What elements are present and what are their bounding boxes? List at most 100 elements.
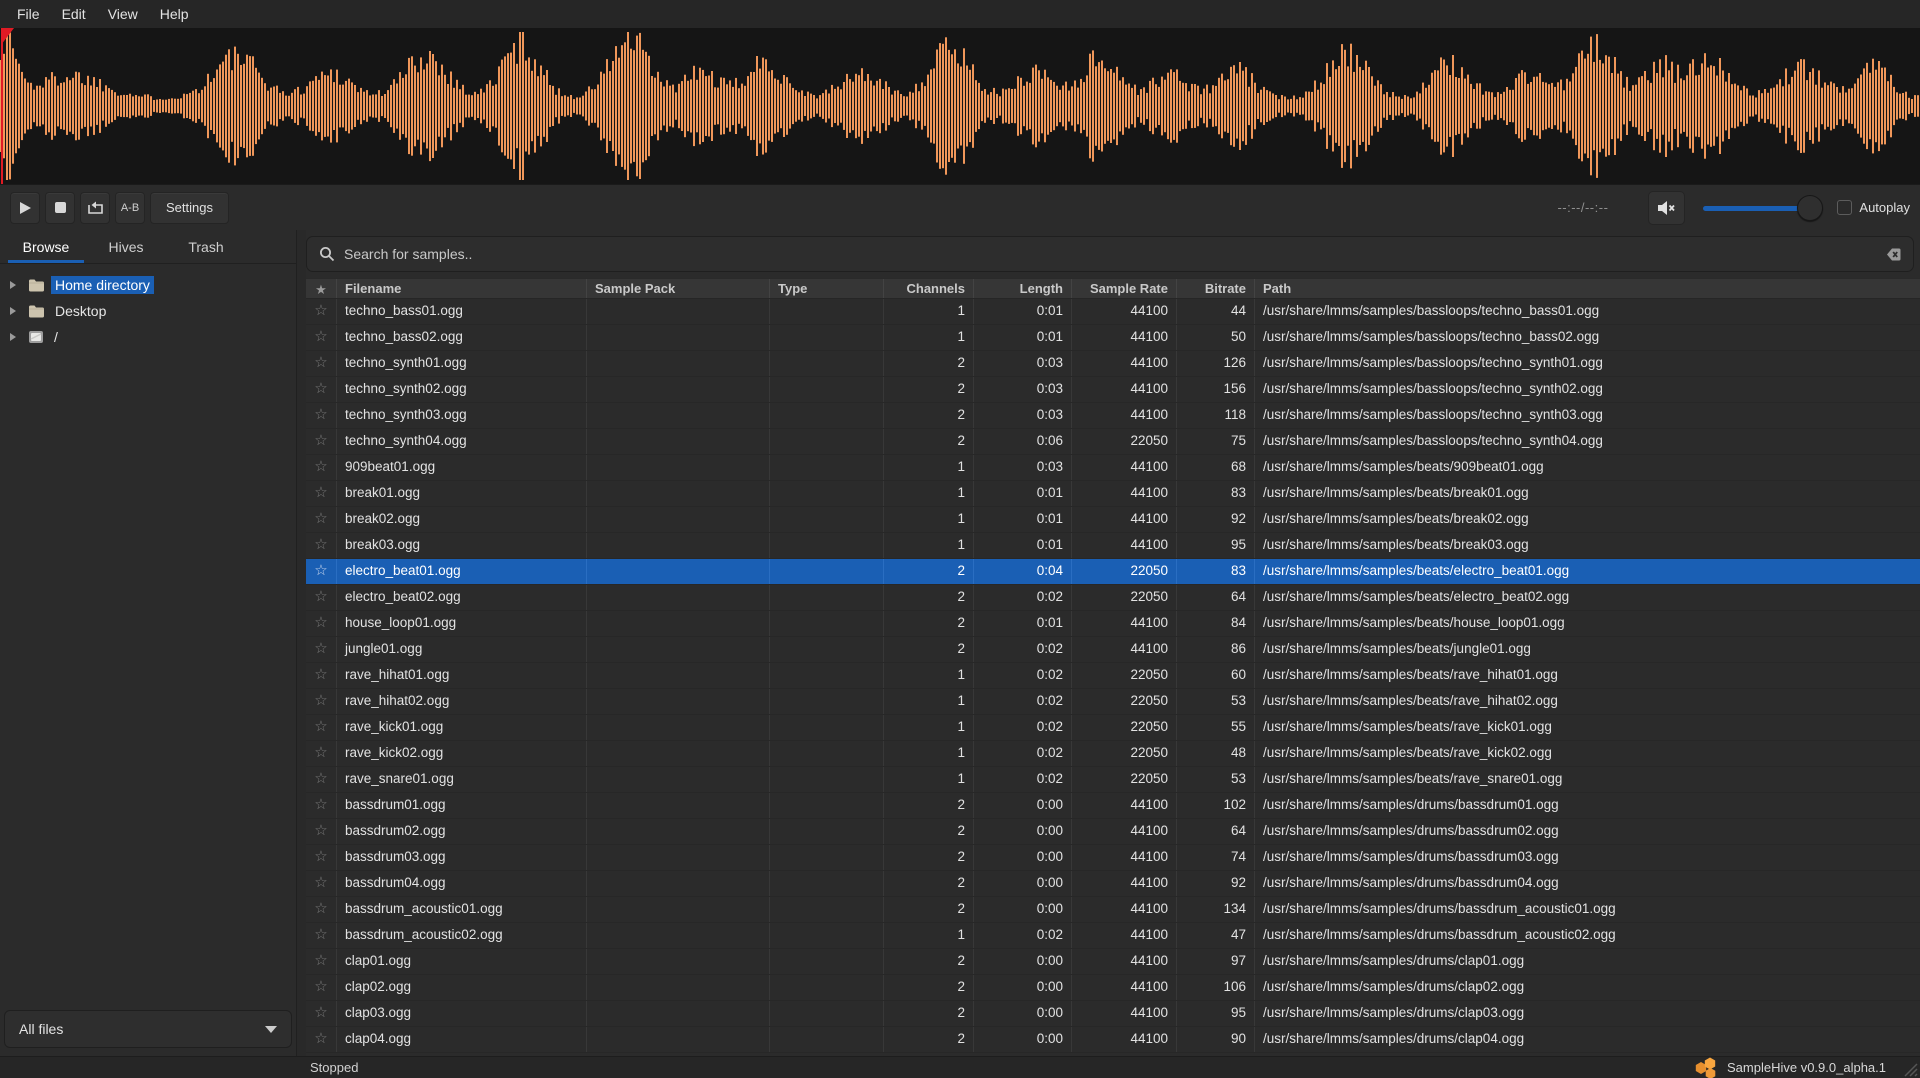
search-bar[interactable]: Search for samples..	[306, 236, 1914, 272]
table-row[interactable]: ☆909beat01.ogg10:034410068/usr/share/lmm…	[306, 455, 1920, 481]
favorite-star-icon[interactable]: ☆	[306, 845, 337, 870]
cell-sample_pack	[587, 299, 770, 324]
table-row[interactable]: ☆clap02.ogg20:0044100106/usr/share/lmms/…	[306, 975, 1920, 1001]
favorite-star-icon[interactable]: ☆	[306, 455, 337, 480]
favorite-star-icon[interactable]: ☆	[306, 377, 337, 402]
favorite-star-icon[interactable]: ☆	[306, 715, 337, 740]
table-row[interactable]: ☆techno_synth02.ogg20:0344100156/usr/sha…	[306, 377, 1920, 403]
favorite-star-icon[interactable]: ☆	[306, 1027, 337, 1052]
column-header-bitrate[interactable]: Bitrate	[1177, 279, 1255, 298]
table-row[interactable]: ☆bassdrum01.ogg20:0044100102/usr/share/l…	[306, 793, 1920, 819]
favorite-star-icon[interactable]: ☆	[306, 1001, 337, 1026]
table-row[interactable]: ☆bassdrum_acoustic02.ogg10:024410047/usr…	[306, 923, 1920, 949]
favorite-star-icon[interactable]: ☆	[306, 325, 337, 350]
favorite-star-icon[interactable]: ☆	[306, 767, 337, 792]
column-header-filename[interactable]: Filename	[337, 279, 587, 298]
cell-sample_pack	[587, 689, 770, 714]
favorite-star-icon[interactable]: ☆	[306, 481, 337, 506]
expander-icon[interactable]	[10, 307, 16, 315]
ab-repeat-button[interactable]: A‑B	[115, 192, 145, 224]
column-header-sample_rate[interactable]: Sample Rate	[1072, 279, 1177, 298]
table-row[interactable]: ☆rave_hihat02.ogg10:022205053/usr/share/…	[306, 689, 1920, 715]
settings-button[interactable]: Settings	[150, 192, 229, 224]
favorite-star-icon[interactable]: ☆	[306, 507, 337, 532]
favorite-star-icon[interactable]: ☆	[306, 741, 337, 766]
column-header-sample_pack[interactable]: Sample Pack	[587, 279, 770, 298]
expander-icon[interactable]	[10, 333, 16, 341]
favorite-star-icon[interactable]: ☆	[306, 429, 337, 454]
autoplay-checkbox[interactable]	[1837, 200, 1852, 215]
tab-hives[interactable]: Hives	[86, 230, 166, 263]
favorite-star-icon[interactable]: ☆	[306, 871, 337, 896]
table-row[interactable]: ☆techno_bass01.ogg10:014410044/usr/share…	[306, 299, 1920, 325]
favorite-star-icon[interactable]: ☆	[306, 949, 337, 974]
menu-file[interactable]: File	[6, 2, 51, 26]
table-row[interactable]: ☆rave_snare01.ogg10:022205053/usr/share/…	[306, 767, 1920, 793]
waveform-display[interactable]	[0, 28, 1920, 185]
expander-icon[interactable]	[10, 281, 16, 289]
table-row[interactable]: ☆break02.ogg10:014410092/usr/share/lmms/…	[306, 507, 1920, 533]
favorite-star-icon[interactable]: ☆	[306, 351, 337, 376]
menu-help[interactable]: Help	[149, 2, 200, 26]
table-row[interactable]: ☆break03.ogg10:014410095/usr/share/lmms/…	[306, 533, 1920, 559]
panel-splitter[interactable]	[296, 230, 306, 1056]
volume-knob[interactable]	[1797, 195, 1823, 221]
favorite-star-icon[interactable]: ☆	[306, 819, 337, 844]
table-row[interactable]: ☆clap04.ogg20:004410090/usr/share/lmms/s…	[306, 1027, 1920, 1053]
file-filter-dropdown[interactable]: All files	[4, 1010, 292, 1048]
table-row[interactable]: ☆break01.ogg10:014410083/usr/share/lmms/…	[306, 481, 1920, 507]
loop-button[interactable]	[80, 192, 110, 224]
favorite-star-icon[interactable]: ☆	[306, 637, 337, 662]
column-header-path[interactable]: Path	[1255, 279, 1920, 298]
favorite-star-icon[interactable]: ☆	[306, 533, 337, 558]
favorite-star-icon[interactable]: ☆	[306, 299, 337, 324]
cell-length: 0:01	[974, 611, 1072, 636]
menu-view[interactable]: View	[97, 2, 149, 26]
favorite-star-icon[interactable]: ☆	[306, 611, 337, 636]
table-row[interactable]: ☆techno_synth04.ogg20:062205075/usr/shar…	[306, 429, 1920, 455]
table-row[interactable]: ☆electro_beat02.ogg20:022205064/usr/shar…	[306, 585, 1920, 611]
mute-button[interactable]	[1648, 191, 1685, 225]
favorite-star-icon[interactable]: ☆	[306, 689, 337, 714]
resize-grip[interactable]	[1900, 1059, 1918, 1077]
favorite-star-icon[interactable]: ☆	[306, 897, 337, 922]
favorite-star-icon[interactable]: ☆	[306, 975, 337, 1000]
tree-item-root[interactable]: /	[0, 324, 296, 350]
cell-path: /usr/share/lmms/samples/drums/clap03.ogg	[1255, 1001, 1920, 1026]
table-row[interactable]: ☆electro_beat01.ogg20:042205083/usr/shar…	[306, 559, 1920, 585]
table-row[interactable]: ☆house_loop01.ogg20:014410084/usr/share/…	[306, 611, 1920, 637]
column-header-channels[interactable]: Channels	[884, 279, 974, 298]
stop-button[interactable]	[45, 192, 75, 224]
favorite-star-icon[interactable]: ☆	[306, 663, 337, 688]
column-header-star[interactable]: ★	[306, 279, 337, 298]
tab-browse[interactable]: Browse	[6, 230, 86, 263]
table-row[interactable]: ☆bassdrum02.ogg20:004410064/usr/share/lm…	[306, 819, 1920, 845]
tab-trash[interactable]: Trash	[166, 230, 246, 263]
menu-edit[interactable]: Edit	[51, 2, 97, 26]
table-row[interactable]: ☆techno_bass02.ogg10:014410050/usr/share…	[306, 325, 1920, 351]
table-row[interactable]: ☆bassdrum03.ogg20:004410074/usr/share/lm…	[306, 845, 1920, 871]
tree-item-desktop[interactable]: Desktop	[0, 298, 296, 324]
clear-search-icon[interactable]	[1881, 247, 1901, 262]
table-row[interactable]: ☆bassdrum_acoustic01.ogg20:0044100134/us…	[306, 897, 1920, 923]
column-header-type[interactable]: Type	[770, 279, 884, 298]
table-row[interactable]: ☆jungle01.ogg20:024410086/usr/share/lmms…	[306, 637, 1920, 663]
favorite-star-icon[interactable]: ☆	[306, 923, 337, 948]
table-row[interactable]: ☆rave_kick01.ogg10:022205055/usr/share/l…	[306, 715, 1920, 741]
favorite-star-icon[interactable]: ☆	[306, 585, 337, 610]
table-row[interactable]: ☆clap01.ogg20:004410097/usr/share/lmms/s…	[306, 949, 1920, 975]
tree-item-home[interactable]: Home directory	[0, 272, 296, 298]
table-row[interactable]: ☆clap03.ogg20:004410095/usr/share/lmms/s…	[306, 1001, 1920, 1027]
favorite-star-icon[interactable]: ☆	[306, 403, 337, 428]
favorite-star-icon[interactable]: ☆	[306, 559, 337, 584]
volume-slider[interactable]	[1703, 195, 1823, 221]
table-row[interactable]: ☆rave_hihat01.ogg10:022205060/usr/share/…	[306, 663, 1920, 689]
table-row[interactable]: ☆techno_synth01.ogg20:0344100126/usr/sha…	[306, 351, 1920, 377]
cell-length: 0:03	[974, 403, 1072, 428]
table-row[interactable]: ☆techno_synth03.ogg20:0344100118/usr/sha…	[306, 403, 1920, 429]
column-header-length[interactable]: Length	[974, 279, 1072, 298]
play-button[interactable]	[10, 192, 40, 224]
table-row[interactable]: ☆rave_kick02.ogg10:022205048/usr/share/l…	[306, 741, 1920, 767]
favorite-star-icon[interactable]: ☆	[306, 793, 337, 818]
table-row[interactable]: ☆bassdrum04.ogg20:004410092/usr/share/lm…	[306, 871, 1920, 897]
